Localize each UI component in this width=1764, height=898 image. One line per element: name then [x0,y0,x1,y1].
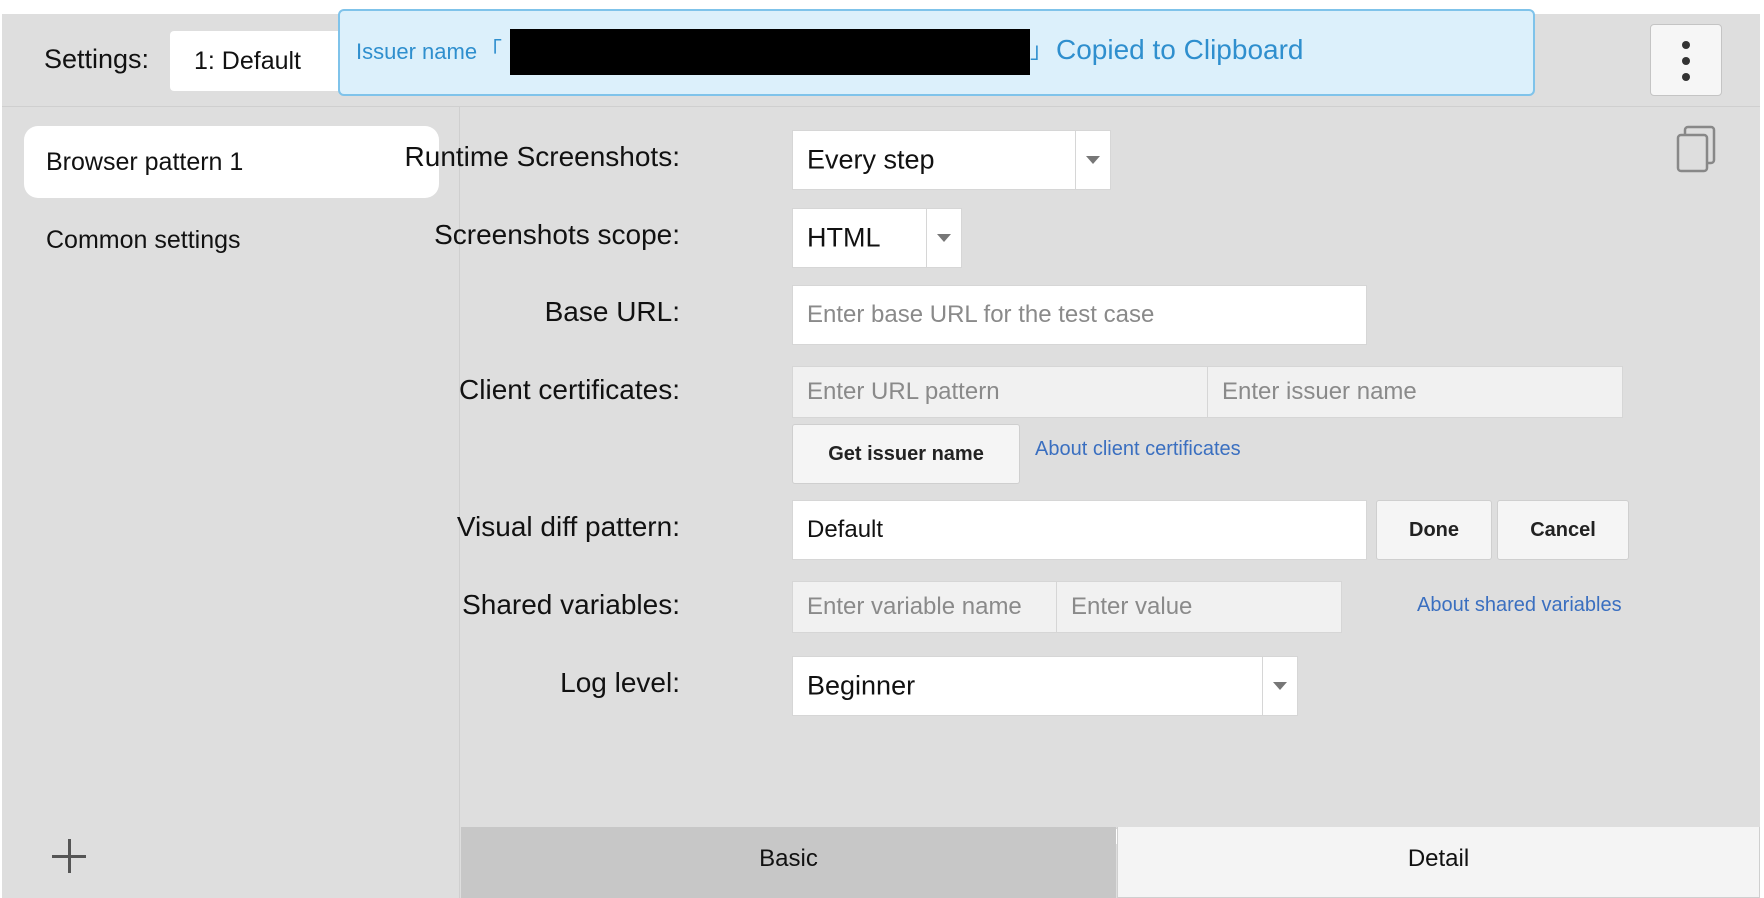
visual-diff-pattern-input[interactable]: Default [792,500,1367,560]
base-url-input[interactable] [792,285,1367,345]
log-level-label: Log level: [560,667,680,698]
sidebar-item-common-settings[interactable]: Common settings [24,204,439,276]
copy-icon[interactable] [1676,125,1718,173]
tab-bar: Basic Detail [461,827,1760,898]
screenshots-scope-select[interactable]: HTML [792,208,962,268]
settings-form: Runtime Screenshots: Every step Screensh… [405,107,1760,844]
more-menu-button[interactable] [1650,24,1722,96]
chevron-down-icon [1262,657,1297,715]
sidebar-item-label: Common settings [46,226,241,254]
shared-variables-label: Shared variables: [462,589,680,620]
visual-diff-pattern-value: Default [807,516,884,543]
shared-variable-name-input[interactable] [792,581,1057,633]
cancel-button[interactable]: Cancel [1497,500,1629,560]
runtime-screenshots-value: Every step [807,144,935,175]
toast-close-bracket: 」 [1030,38,1053,63]
tab-detail[interactable]: Detail [1117,827,1760,898]
toast-open-bracket: 「 [480,38,503,63]
toast-label: Issuer name [356,39,478,64]
shared-variable-value-input[interactable] [1056,581,1342,633]
get-issuer-name-button[interactable]: Get issuer name [792,424,1020,484]
tab-basic[interactable]: Basic [461,827,1116,898]
chevron-down-icon [1075,131,1110,189]
client-certificates-label: Client certificates: [459,374,680,405]
settings-select[interactable]: 1: Default [170,31,350,91]
app-window: Settings: 1: Default Issuer name 「 」 Cop… [2,9,1760,898]
about-shared-variables-link[interactable]: About shared variables [1417,594,1622,617]
sidebar: Browser pattern 1 Common settings [2,107,460,898]
add-pattern-button[interactable] [52,837,92,877]
sidebar-item-browser-pattern-1[interactable]: Browser pattern 1 [24,126,439,198]
tab-label: Detail [1407,845,1470,872]
certificate-url-pattern-input[interactable] [792,366,1208,418]
top-bar: Settings: 1: Default Issuer name 「 」 Cop… [2,9,1760,107]
screenshots-scope-value: HTML [807,222,881,253]
about-client-certificates-link[interactable]: About client certificates [1035,438,1241,461]
runtime-screenshots-label: Runtime Screenshots: [404,141,680,172]
sidebar-item-label: Browser pattern 1 [46,148,244,176]
base-url-label: Base URL: [544,296,680,327]
settings-label: Settings: [44,44,150,74]
runtime-screenshots-select[interactable]: Every step [792,130,1111,190]
chevron-down-icon [926,209,961,267]
done-button[interactable]: Done [1376,500,1492,560]
toast-message: Copied to Clipboard [1056,34,1304,65]
certificate-issuer-name-input[interactable] [1207,366,1623,418]
tab-label: Basic [759,845,818,872]
log-level-select[interactable]: Beginner [792,656,1298,716]
redacted-issuer-name [510,29,1030,75]
settings-select-value: 1: Default [194,47,302,75]
visual-diff-pattern-label: Visual diff pattern: [456,511,680,542]
log-level-value: Beginner [807,670,916,701]
copied-toast: Issuer name 「 」 Copied to Clipboard [338,9,1535,96]
screenshots-scope-label: Screenshots scope: [434,219,680,250]
